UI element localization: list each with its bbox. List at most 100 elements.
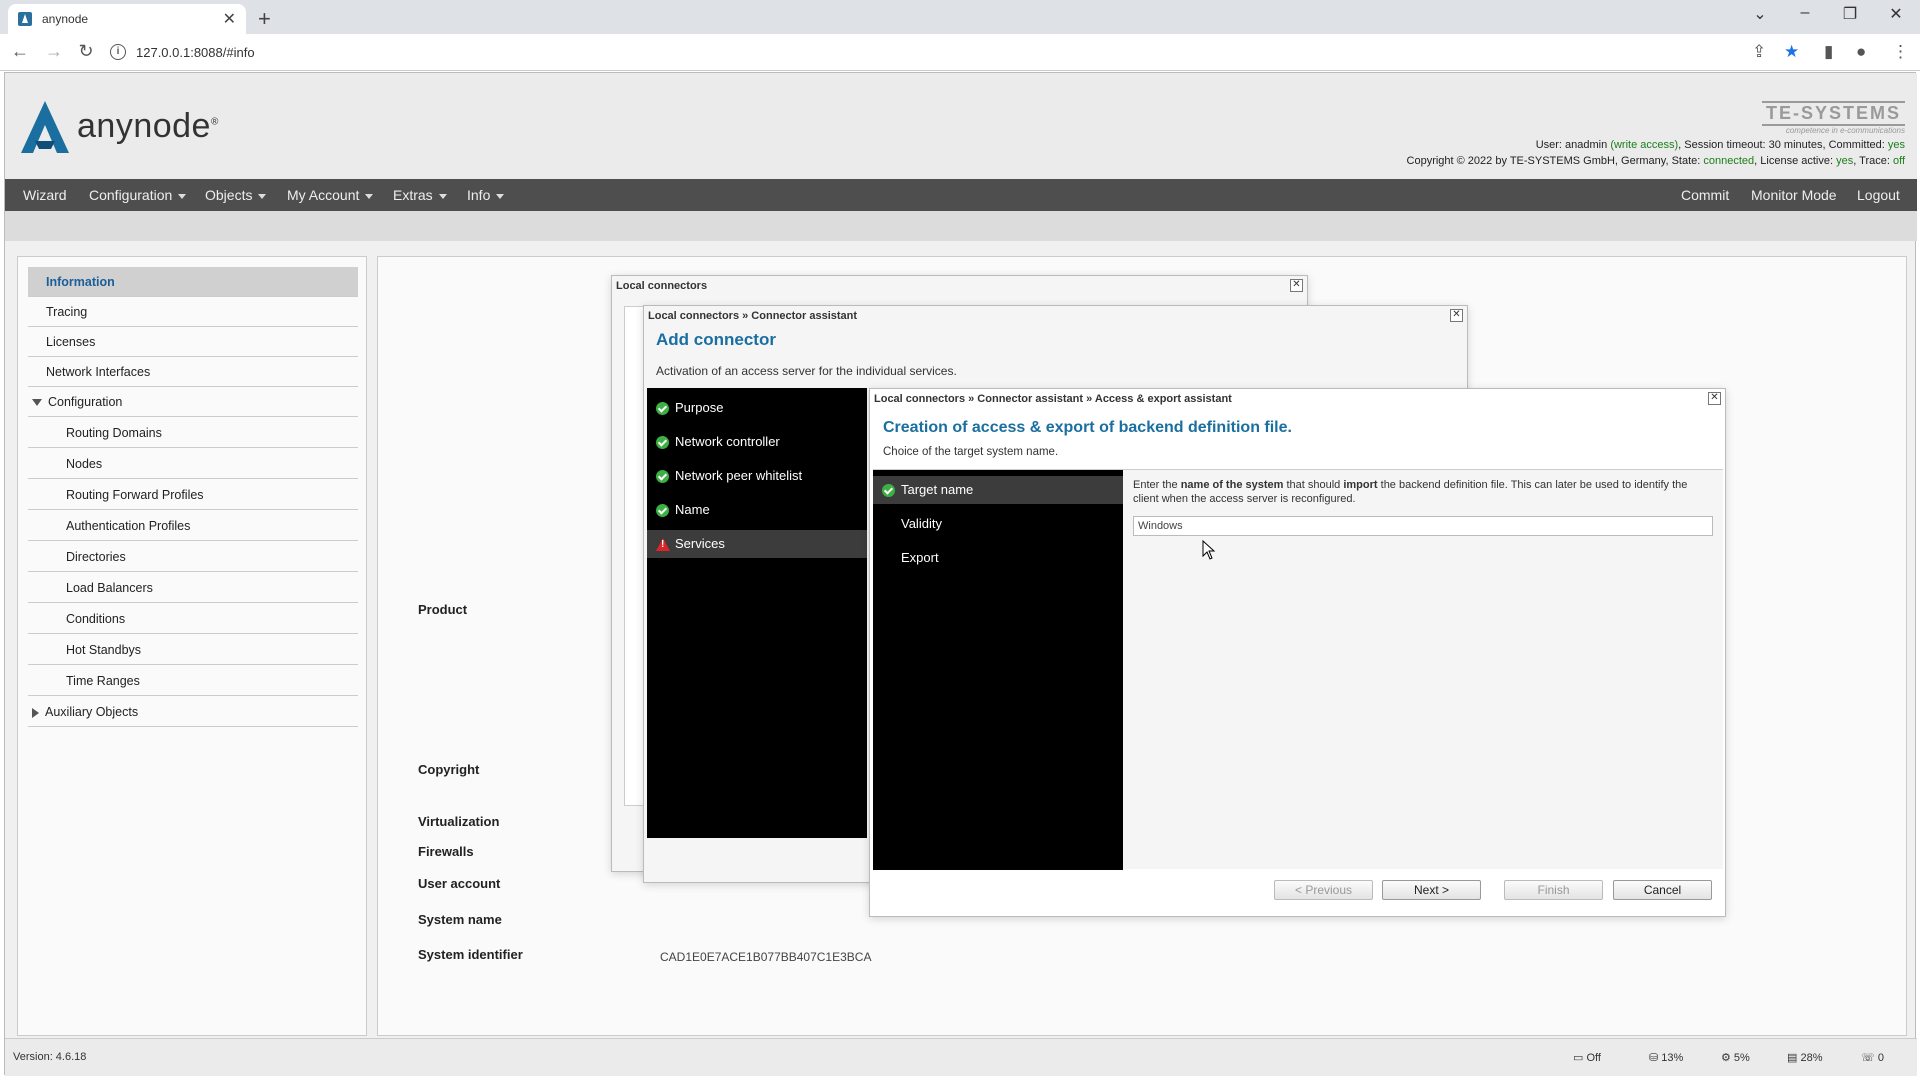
sidebar-item-conditions[interactable]: Conditions bbox=[28, 604, 358, 634]
address-bar[interactable]: i 127.0.0.1:8088/#info bbox=[110, 39, 1760, 65]
stat-trace: ▭ Off bbox=[1573, 1052, 1601, 1064]
sidebar-item-load-balancers[interactable]: Load Balancers bbox=[28, 573, 358, 603]
menu-commit[interactable]: Commit bbox=[1681, 187, 1729, 203]
previous-button[interactable]: < Previous bbox=[1274, 880, 1373, 900]
browser-tabstrip: anynode ✕ + ⌄ – ❐ ✕ bbox=[0, 0, 1920, 34]
assistant-heading: Add connector bbox=[656, 330, 776, 349]
forward-icon[interactable]: → bbox=[42, 41, 66, 62]
sidebar-item-authentication-profiles[interactable]: Authentication Profiles bbox=[28, 511, 358, 541]
export-body: Target name Validity Export Enter the na… bbox=[873, 469, 1723, 870]
step-purpose[interactable]: Purpose bbox=[647, 394, 867, 422]
stat-calls: ☏ 0 bbox=[1861, 1052, 1884, 1064]
stat-disk: ⛁ 13% bbox=[1649, 1052, 1684, 1064]
export-steps: Target name Validity Export bbox=[873, 470, 1123, 870]
menu-info[interactable]: Info bbox=[467, 187, 505, 203]
close-window-icon[interactable]: ✕ bbox=[1876, 4, 1916, 24]
system-identifier-value: CAD1E0E7ACE1B077BB407C1E3BCA bbox=[660, 950, 872, 964]
sidebar-item-network-interfaces[interactable]: Network Interfaces bbox=[28, 357, 358, 387]
version-text: Version: 4.6.18 bbox=[13, 1051, 87, 1063]
share-icon[interactable]: ⇪ bbox=[1752, 42, 1766, 62]
minimize-icon[interactable]: – bbox=[1785, 4, 1825, 22]
vendor-logo: TE-SYSTEMS competence in e-communication… bbox=[1761, 101, 1905, 135]
menu-extras[interactable]: Extras bbox=[393, 187, 447, 203]
check-icon bbox=[656, 436, 669, 449]
label-system-identifier: System identifier bbox=[418, 947, 523, 962]
export-subheading: Choice of the target system name. bbox=[883, 446, 1059, 458]
step-target-name[interactable]: Target name bbox=[873, 476, 1123, 504]
sidebar-item-tracing[interactable]: Tracing bbox=[28, 297, 358, 327]
sidebar-item-auxiliary-objects[interactable]: Auxiliary Objects bbox=[28, 697, 358, 727]
sidebar: Information Tracing Licenses Network Int… bbox=[17, 256, 367, 1036]
close-icon[interactable]: ✕ bbox=[1450, 309, 1463, 322]
label-product: Product bbox=[418, 602, 468, 617]
step-validity[interactable]: Validity bbox=[873, 510, 1123, 538]
step-export[interactable]: Export bbox=[873, 544, 1123, 572]
site-info-icon[interactable]: i bbox=[110, 44, 126, 60]
step-network-peer-whitelist[interactable]: Network peer whitelist bbox=[647, 462, 867, 490]
step-name[interactable]: Name bbox=[647, 496, 867, 524]
check-icon bbox=[656, 402, 669, 415]
menu-configuration[interactable]: Configuration bbox=[89, 187, 187, 203]
assistant-subheading: Activation of an access server for the i… bbox=[656, 364, 957, 378]
bookmark-star-icon[interactable]: ★ bbox=[1784, 42, 1799, 62]
next-button[interactable]: Next > bbox=[1382, 880, 1481, 900]
app-header: anynode® TE-SYSTEMS competence in e-comm… bbox=[5, 73, 1917, 179]
side-panel-icon[interactable]: ▮ bbox=[1824, 42, 1833, 62]
sidebar-item-hot-standbys[interactable]: Hot Standbys bbox=[28, 635, 358, 665]
target-name-input[interactable] bbox=[1133, 516, 1713, 536]
access-export-dialog: Local connectors » Connector assistant »… bbox=[869, 388, 1726, 917]
anynode-favicon-icon bbox=[18, 12, 32, 26]
system-status: Copyright © 2022 by TE-SYSTEMS GmbH, Ger… bbox=[1406, 155, 1905, 167]
browser-tab[interactable]: anynode ✕ bbox=[8, 4, 246, 34]
mouse-cursor-icon bbox=[1202, 540, 1216, 560]
tab-close-icon[interactable]: ✕ bbox=[223, 9, 236, 29]
menu-logout[interactable]: Logout bbox=[1857, 187, 1900, 203]
back-icon[interactable]: ← bbox=[8, 41, 32, 62]
assistant-steps: Purpose Network controller Network peer … bbox=[647, 388, 867, 838]
expand-down-icon[interactable] bbox=[32, 399, 42, 407]
main-menubar: Wizard Configuration Objects My Account … bbox=[5, 179, 1917, 211]
sidebar-item-nodes[interactable]: Nodes bbox=[28, 449, 358, 479]
anynode-logo-icon bbox=[21, 101, 69, 153]
stat-cpu: ⚙ 5% bbox=[1721, 1052, 1750, 1064]
new-tab-button[interactable]: + bbox=[258, 6, 271, 32]
url-text: 127.0.0.1:8088/#info bbox=[136, 44, 255, 60]
menu-wizard[interactable]: Wizard bbox=[23, 187, 67, 203]
menu-objects[interactable]: Objects bbox=[205, 187, 267, 203]
sidebar-item-licenses[interactable]: Licenses bbox=[28, 327, 358, 357]
tab-search-icon[interactable]: ⌄ bbox=[1740, 4, 1780, 24]
step-services[interactable]: ! Services bbox=[647, 530, 867, 558]
expand-right-icon[interactable] bbox=[32, 707, 39, 718]
kebab-menu-icon[interactable]: ⋮ bbox=[1892, 42, 1909, 62]
close-icon[interactable]: ✕ bbox=[1290, 279, 1303, 292]
logo-text: anynode® bbox=[77, 107, 219, 145]
sidebar-item-time-ranges[interactable]: Time Ranges bbox=[28, 666, 358, 696]
close-icon[interactable]: ✕ bbox=[1708, 392, 1721, 405]
check-icon bbox=[656, 470, 669, 483]
sidebar-item-configuration[interactable]: Configuration bbox=[28, 387, 358, 417]
sub-toolbar bbox=[5, 211, 1917, 241]
dialog-title: Local connectors bbox=[616, 280, 708, 292]
finish-button[interactable]: Finish bbox=[1504, 880, 1603, 900]
step-network-controller[interactable]: Network controller bbox=[647, 428, 867, 456]
sidebar-item-directories[interactable]: Directories bbox=[28, 542, 358, 572]
browser-toolbar: ← → ↻ i 127.0.0.1:8088/#info ⇪ ★ ▮ ● ⋮ bbox=[0, 34, 1920, 71]
background-list bbox=[624, 306, 644, 806]
reload-icon[interactable]: ↻ bbox=[74, 41, 98, 62]
export-heading: Creation of access & export of backend d… bbox=[883, 419, 1292, 436]
cancel-button[interactable]: Cancel bbox=[1613, 880, 1712, 900]
sidebar-item-information[interactable]: Information bbox=[28, 267, 358, 297]
menu-my-account[interactable]: My Account bbox=[287, 187, 374, 203]
dialog-title: Local connectors » Connector assistant bbox=[648, 310, 858, 322]
restore-icon[interactable]: ❐ bbox=[1830, 4, 1870, 24]
sidebar-item-routing-forward-profiles[interactable]: Routing Forward Profiles bbox=[28, 480, 358, 510]
check-icon bbox=[882, 484, 895, 497]
profile-icon[interactable]: ● bbox=[1856, 42, 1866, 62]
menu-monitor-mode[interactable]: Monitor Mode bbox=[1751, 187, 1837, 203]
label-copyright: Copyright bbox=[418, 762, 480, 777]
dialog-title: Local connectors » Connector assistant »… bbox=[874, 393, 1232, 405]
sidebar-item-routing-domains[interactable]: Routing Domains bbox=[28, 418, 358, 448]
export-description: Enter the name of the system that should… bbox=[1133, 479, 1688, 505]
check-icon bbox=[656, 504, 669, 517]
session-status: User: anadmin (write access), Session ti… bbox=[1535, 139, 1905, 151]
